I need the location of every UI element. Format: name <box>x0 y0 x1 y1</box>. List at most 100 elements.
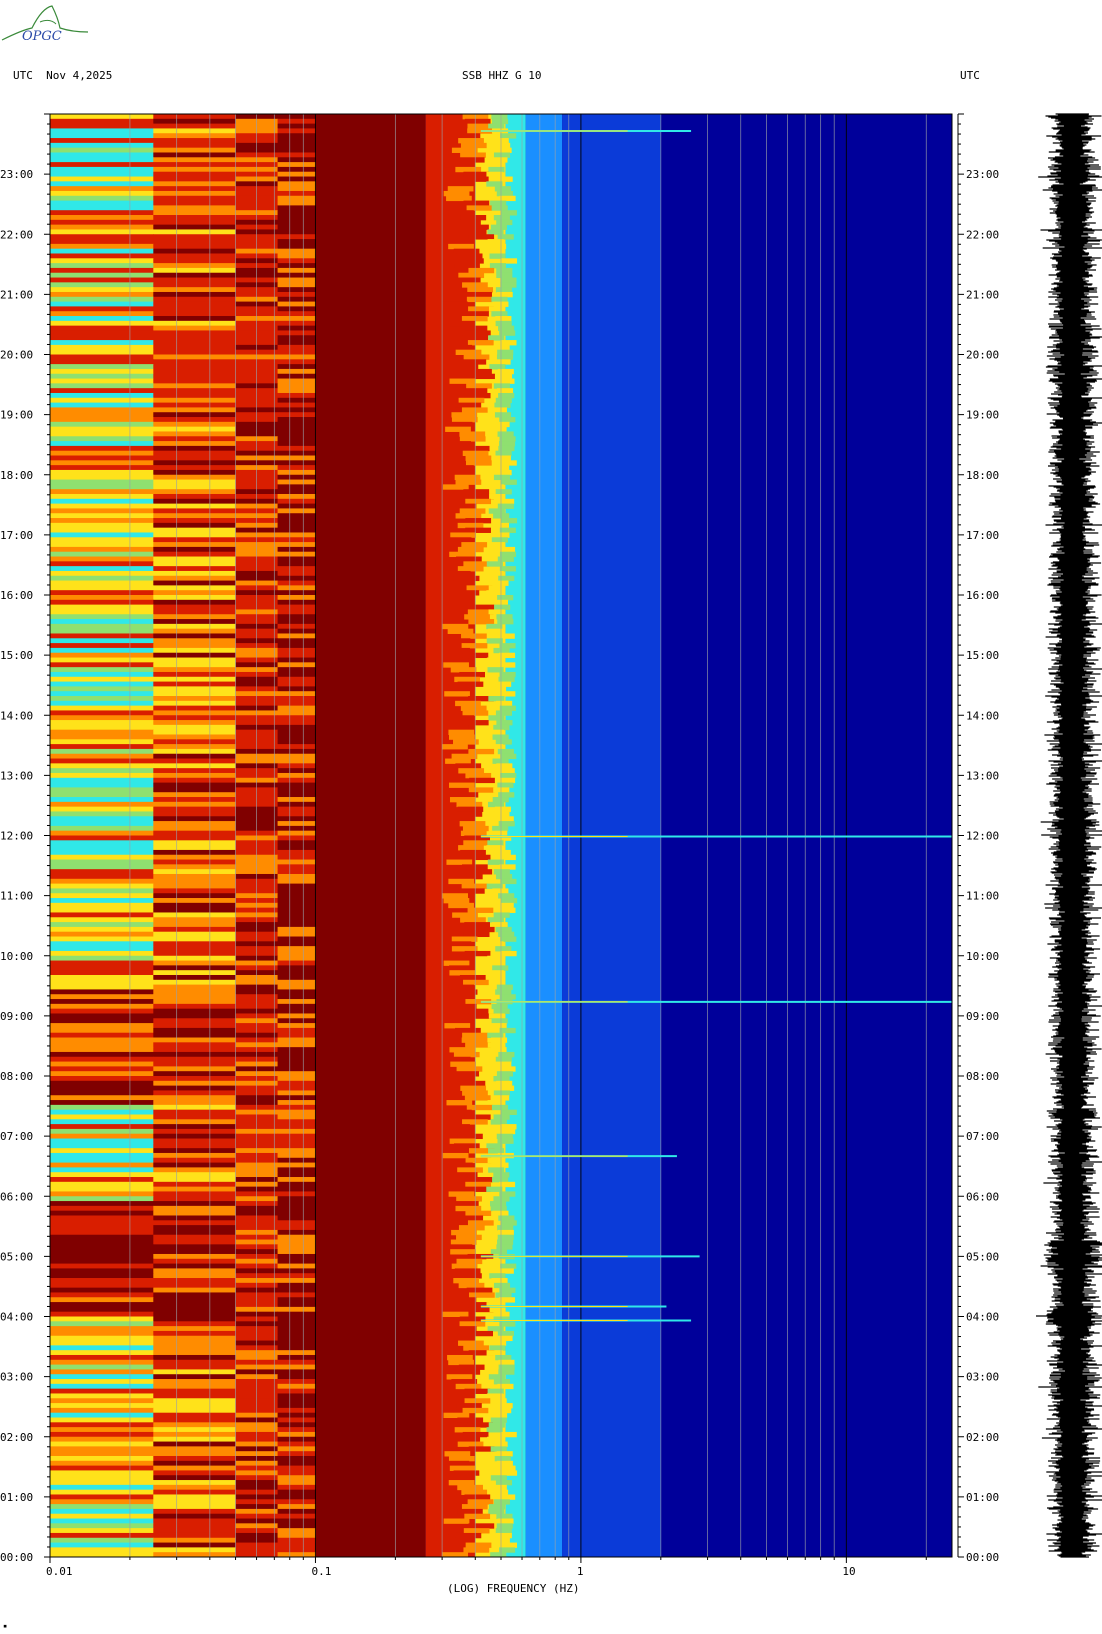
heatmap-cell <box>486 1350 503 1356</box>
heatmap-cell <box>277 873 316 880</box>
heatmap-cell <box>50 671 154 678</box>
time-label-right: 16:00 <box>966 589 999 602</box>
heatmap-cell <box>277 561 316 567</box>
heatmap-cell <box>50 1177 154 1183</box>
heatmap-cell <box>153 1379 237 1385</box>
heatmap-cell <box>277 344 316 351</box>
heatmap-cell <box>460 705 487 711</box>
heatmap-cell <box>50 1032 154 1039</box>
heatmap-cell <box>277 1172 316 1178</box>
heatmap-cell <box>50 513 154 519</box>
heatmap-cell <box>454 1436 481 1443</box>
heatmap-cell <box>500 1431 517 1438</box>
heatmap-cell <box>153 1518 237 1524</box>
heatmap-cell <box>50 114 154 120</box>
heatmap-cell <box>50 1090 154 1096</box>
heatmap-cell <box>50 821 154 827</box>
heatmap-cell <box>277 359 316 365</box>
heatmap-cell <box>444 1023 471 1029</box>
heatmap-cell <box>456 556 482 562</box>
heatmap-cell <box>486 657 503 663</box>
heatmap-cell <box>492 580 509 586</box>
time-label-right: 08:00 <box>966 1070 999 1083</box>
heatmap-cell <box>464 1095 491 1101</box>
heatmap-cell <box>277 772 316 779</box>
heatmap-cell <box>277 1109 316 1115</box>
heatmap-cell <box>50 729 154 735</box>
heatmap-cell <box>277 619 316 625</box>
time-label-left: 11:00 <box>0 890 33 903</box>
heatmap-cell <box>500 950 517 957</box>
heatmap-cell <box>153 1282 237 1289</box>
heatmap-cell <box>153 1528 237 1534</box>
heatmap-cell <box>153 681 237 687</box>
heatmap-cell <box>277 739 316 745</box>
heatmap-cell <box>466 1287 493 1293</box>
heatmap-cell <box>50 1528 154 1534</box>
heatmap-cell <box>496 1451 513 1457</box>
heatmap-cell <box>277 335 316 341</box>
heatmap-cell <box>493 421 510 428</box>
heatmap-cell <box>50 1532 154 1539</box>
time-label-left: 20:00 <box>0 349 33 362</box>
heatmap-cell <box>50 1018 154 1024</box>
heatmap-cell <box>153 1085 237 1091</box>
heatmap-cell <box>277 157 316 163</box>
heatmap-cell <box>277 166 316 173</box>
heatmap-cell <box>277 469 316 476</box>
heatmap-cell <box>277 671 316 678</box>
heatmap-cell <box>50 1364 154 1370</box>
heatmap-cell <box>50 556 154 562</box>
heatmap-cell <box>153 989 237 995</box>
heatmap-cell <box>277 604 316 610</box>
heatmap-cell <box>490 224 507 230</box>
heatmap-cell <box>50 1051 154 1058</box>
heatmap-cell <box>50 979 154 986</box>
heatmap-cell <box>499 1494 516 1500</box>
heatmap-cell <box>153 1398 237 1404</box>
time-label-left: 22:00 <box>0 228 33 241</box>
heatmap-cell <box>277 898 316 904</box>
heatmap-cell <box>153 503 237 509</box>
heatmap-cell <box>153 1383 237 1390</box>
heatmap-cell <box>153 402 237 408</box>
heatmap-cell <box>50 1311 154 1317</box>
heatmap-cell <box>454 1427 481 1433</box>
heatmap-cell <box>50 811 154 817</box>
heatmap-cell <box>501 898 518 904</box>
heatmap-cell <box>50 503 154 509</box>
heatmap-cell <box>153 128 237 134</box>
heatmap-cell <box>277 811 316 817</box>
heatmap-cell <box>50 1398 154 1404</box>
heatmap-cell <box>277 1302 316 1308</box>
heatmap-cell <box>469 373 495 380</box>
heatmap-cell <box>495 926 512 933</box>
heatmap-cell <box>451 946 478 952</box>
heatmap-cell <box>277 556 316 562</box>
heatmap-cell <box>277 1489 316 1495</box>
heatmap-cell <box>494 186 511 192</box>
heatmap-cell <box>448 984 475 990</box>
heatmap-cell <box>277 758 316 764</box>
heatmap-cell <box>277 296 316 303</box>
heatmap-cell <box>153 888 237 894</box>
heatmap-cell <box>442 1152 469 1159</box>
heatmap-cell <box>468 267 495 274</box>
heatmap-cell <box>444 239 471 245</box>
heatmap-cell <box>50 1374 154 1380</box>
heatmap-cell <box>489 253 506 259</box>
heatmap-cell <box>277 171 316 178</box>
heatmap-cell <box>50 258 154 264</box>
heatmap-cell <box>50 647 154 654</box>
heatmap-cell <box>153 883 237 889</box>
time-label-left: 14:00 <box>0 709 33 722</box>
heatmap-cell <box>153 821 237 827</box>
heatmap-cell <box>464 1398 491 1404</box>
heatmap-cell <box>153 1066 237 1072</box>
heatmap-cell <box>153 705 237 711</box>
heatmap-cell <box>50 604 154 610</box>
time-label-right: 15:00 <box>966 649 999 662</box>
heatmap-cell <box>50 546 154 553</box>
heatmap-cell <box>153 1095 237 1101</box>
heatmap-cell <box>486 638 503 644</box>
